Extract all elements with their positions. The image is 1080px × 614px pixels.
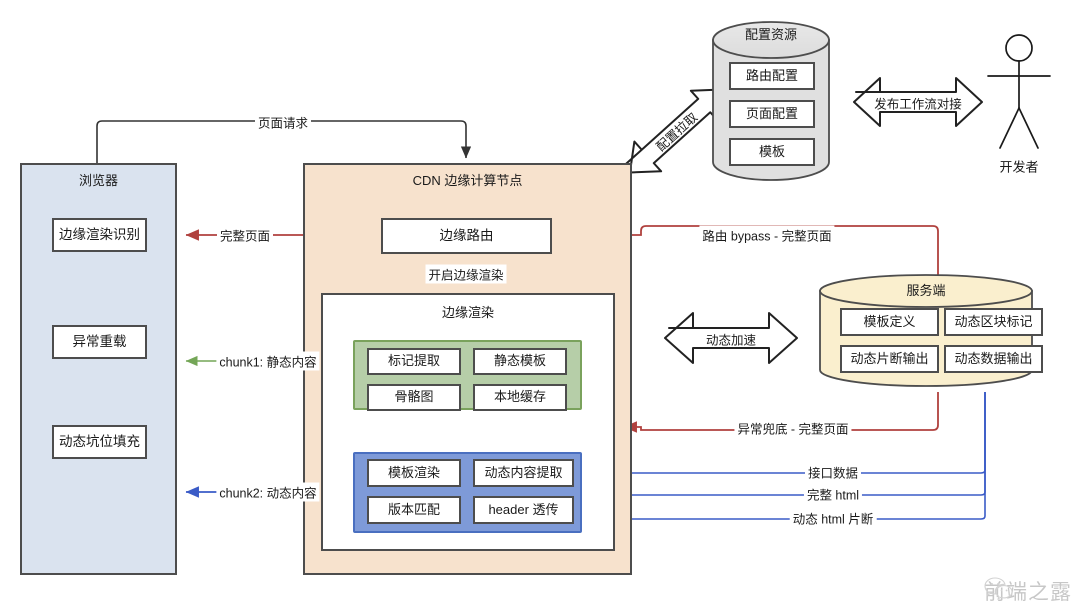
server-item-dynamic-data-output[interactable]: 动态数据输出 — [944, 345, 1043, 373]
dynamic-item-label: 模板渲染 — [387, 464, 440, 480]
edge-label-dynamic-accel: 动态加速 — [705, 333, 757, 348]
static-item-local-cache[interactable]: 本地缓存 — [473, 384, 567, 411]
config-store-title-wrap: 配置资源 — [713, 24, 829, 46]
watermark: 前端之露 — [984, 576, 1072, 606]
edge-label-full-html: 完整 html — [803, 484, 863, 504]
edge-label-enable-edge-render: 开启边缘渲染 — [425, 264, 507, 284]
server-item-label: 动态数据输出 — [954, 350, 1033, 366]
edge-label-chunk2: chunk2: 动态内容 — [216, 482, 320, 502]
server-item-label: 动态片断输出 — [850, 350, 929, 366]
server-title-wrap: 服务端 — [820, 280, 1032, 302]
diagram-canvas: 浏览器 边缘渲染识别 异常重载 动态坑位填充 CDN 边缘计算节点 边缘路由 边… — [0, 0, 1080, 614]
edge-label-dynamic-html-fragment: 动态 html 片断 — [789, 508, 877, 528]
cdn-title: CDN 边缘计算节点 — [412, 173, 523, 188]
cdn-edge-route-label: 边缘路由 — [439, 227, 494, 243]
config-store-title: 配置资源 — [744, 26, 797, 42]
config-item-label: 路由配置 — [745, 67, 798, 83]
dynamic-item-header-passthrough[interactable]: header 透传 — [473, 496, 574, 524]
static-item-static-template[interactable]: 静态模板 — [473, 348, 567, 375]
edge-dynamic-html-fragment — [595, 392, 986, 525]
static-item-skeleton[interactable]: 骨骼图 — [367, 384, 461, 411]
dynamic-item-version-match[interactable]: 版本匹配 — [367, 496, 461, 524]
config-item-label: 页面配置 — [745, 105, 798, 121]
edge-label-full-page: 完整页面 — [216, 225, 274, 245]
browser-title: 浏览器 — [78, 173, 118, 188]
edge-render-title: 边缘渲染 — [441, 305, 494, 320]
edge-label-exception-fallback: 异常兜底 - 完整页面 — [734, 418, 852, 438]
server-item-dynamic-fragment-output[interactable]: 动态片断输出 — [840, 345, 939, 373]
server-item-label: 动态区块标记 — [954, 313, 1033, 329]
browser-item-dynamic-slot-fill[interactable]: 动态坑位填充 — [52, 425, 147, 459]
static-item-label: 静态模板 — [493, 353, 546, 369]
static-item-label: 骨骼图 — [394, 389, 434, 405]
edge-full-html — [595, 392, 986, 501]
dynamic-item-label: 版本匹配 — [387, 501, 440, 517]
static-item-mark-extract[interactable]: 标记提取 — [367, 348, 461, 375]
dynamic-item-label: 动态内容提取 — [484, 464, 563, 480]
browser-item-exception-reload[interactable]: 异常重载 — [52, 325, 147, 359]
config-item-template[interactable]: 模板 — [729, 138, 815, 166]
config-item-route-config[interactable]: 路由配置 — [729, 62, 815, 90]
browser-item-edge-render-detect[interactable]: 边缘渲染识别 — [52, 218, 147, 252]
developer-actor-shape — [987, 34, 1051, 149]
config-item-label: 模板 — [758, 143, 785, 159]
wechat-icon — [984, 577, 1013, 600]
dynamic-item-template-render[interactable]: 模板渲染 — [367, 459, 461, 487]
developer-actor-label: 开发者 — [999, 159, 1039, 175]
server-item-label: 模板定义 — [863, 313, 916, 329]
dynamic-item-dynamic-content-extract[interactable]: 动态内容提取 — [473, 459, 574, 487]
config-item-page-config[interactable]: 页面配置 — [729, 100, 815, 128]
edge-label-publish-workflow: 发布工作流对接 — [874, 97, 962, 112]
browser-item-label: 异常重载 — [72, 333, 127, 349]
dynamic-item-label: header 透传 — [488, 501, 559, 517]
browser-item-label: 动态坑位填充 — [59, 433, 140, 449]
server-title: 服务端 — [906, 282, 946, 298]
server-item-template-define[interactable]: 模板定义 — [840, 308, 939, 336]
static-item-label: 本地缓存 — [493, 389, 546, 405]
edge-label-api-data: 接口数据 — [804, 462, 862, 482]
edge-label-chunk1: chunk1: 静态内容 — [216, 351, 320, 371]
static-item-label: 标记提取 — [387, 353, 440, 369]
edge-label-page-request: 页面请求 — [254, 112, 312, 132]
browser-item-label: 边缘渲染识别 — [59, 226, 140, 242]
server-item-dynamic-block-mark[interactable]: 动态区块标记 — [944, 308, 1043, 336]
edge-label-route-bypass: 路由 bypass - 完整页面 — [699, 225, 835, 245]
cdn-edge-route-box[interactable]: 边缘路由 — [381, 218, 552, 254]
